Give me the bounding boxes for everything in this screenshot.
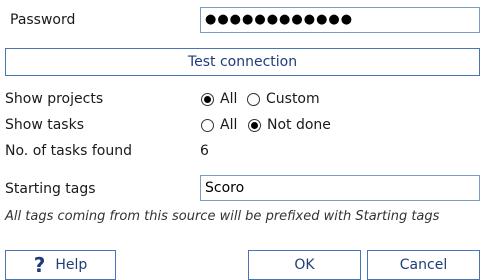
help-icon: ?: [33, 253, 46, 277]
show-projects-custom-label: Custom: [266, 91, 320, 107]
show-projects-all-label: All: [220, 91, 238, 107]
show-projects-all-option[interactable]: All: [201, 91, 237, 107]
show-tasks-not-done-label: Not done: [267, 117, 331, 133]
show-tasks-all-label: All: [220, 117, 238, 133]
starting-tags-input[interactable]: Scoro: [200, 175, 480, 201]
show-projects-custom-option[interactable]: Custom: [247, 91, 320, 107]
show-tasks-not-done-option[interactable]: Not done: [248, 117, 331, 133]
radio-checked-icon[interactable]: [248, 118, 261, 132]
password-field[interactable]: ●●●●●●●●●●●●: [200, 7, 480, 33]
cancel-label: Cancel: [399, 257, 448, 273]
cancel-button[interactable]: Cancel: [367, 250, 480, 280]
help-button[interactable]: ? Help: [5, 250, 116, 280]
help-label: Help: [55, 257, 88, 273]
show-tasks-label: Show tasks: [5, 117, 84, 133]
show-projects-label: Show projects: [5, 91, 104, 107]
test-connection-label: Test connection: [187, 54, 298, 70]
test-connection-button[interactable]: Test connection: [5, 48, 480, 76]
tasks-found-label: No. of tasks found: [5, 143, 132, 159]
radio-unchecked-icon[interactable]: [247, 92, 260, 106]
starting-tags-label: Starting tags: [5, 181, 96, 197]
radio-unchecked-icon[interactable]: [201, 118, 214, 132]
radio-checked-icon[interactable]: [201, 92, 214, 106]
starting-tags-note: All tags coming from this source will be…: [5, 209, 440, 224]
show-tasks-all-option[interactable]: All: [201, 117, 237, 133]
ok-button[interactable]: OK: [248, 250, 361, 280]
tasks-found-value: 6: [200, 143, 209, 159]
password-label: Password: [10, 12, 76, 28]
ok-label: OK: [294, 257, 315, 273]
